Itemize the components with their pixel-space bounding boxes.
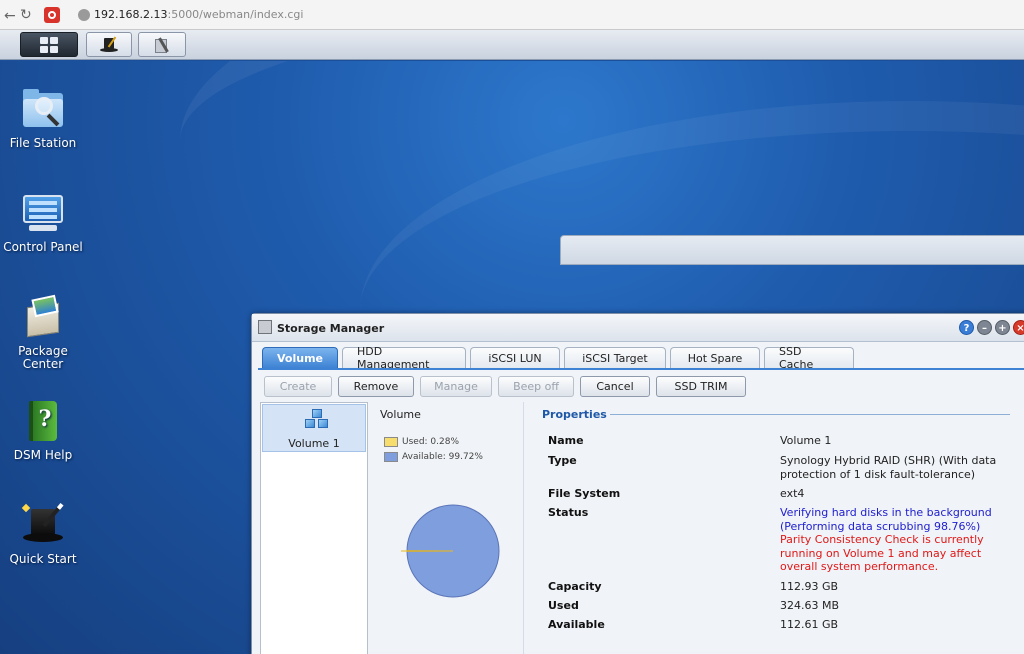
chart-title: Volume: [380, 408, 421, 421]
property-row-type: Type Synology Hybrid RAID (SHR) (With da…: [548, 454, 1018, 481]
maximize-icon[interactable]: +: [995, 320, 1010, 335]
camera-favicon-icon: [44, 7, 60, 23]
magic-hat-icon: [99, 36, 119, 54]
storage-manager-icon: [258, 320, 272, 334]
desktop-icon-package-center[interactable]: Package Center: [0, 294, 86, 371]
property-value: Verifying hard disks in the background (…: [780, 506, 1010, 574]
help-book-icon: ?: [21, 399, 65, 443]
volume-cubes-icon: [305, 409, 329, 431]
help-icon[interactable]: ?: [959, 320, 974, 335]
url-text[interactable]: 192.168.2.13:5000/webman/index.cgi: [94, 8, 303, 21]
toolbar: Create Remove Manage Beep off Cancel SSD…: [264, 376, 746, 397]
property-label: Status: [548, 506, 589, 519]
desktop-icon-control-panel[interactable]: Control Panel: [0, 191, 86, 254]
volume-list: Volume 1: [260, 402, 368, 654]
desktop-icon-label: Control Panel: [3, 240, 83, 254]
tab-volume[interactable]: Volume: [262, 347, 338, 368]
property-row-capacity: Capacity 112.93 GB: [548, 580, 1018, 594]
control-panel-icon: [21, 191, 65, 235]
back-arrow-icon[interactable]: ←: [4, 8, 16, 24]
desktop-icon-label: Package Center: [18, 344, 68, 371]
globe-icon: [78, 9, 90, 21]
dsm-taskbar: [0, 30, 1024, 60]
storage-manager-window: Storage Manager ? – + × Volume HDD Manag…: [251, 313, 1024, 654]
property-label: File System: [548, 487, 621, 500]
minimize-icon[interactable]: –: [977, 320, 992, 335]
tab-ssd-cache[interactable]: SSD Cache: [764, 345, 854, 371]
remove-button[interactable]: Remove: [338, 376, 414, 397]
property-label: Available: [548, 618, 605, 631]
storage-manager-icon: [152, 35, 172, 55]
legend-used: Used: 0.28%: [402, 436, 460, 447]
url-host: 192.168.2.13: [94, 8, 168, 21]
package-center-icon: [21, 294, 65, 339]
background-window[interactable]: [560, 235, 1024, 265]
reload-icon[interactable]: ↻: [20, 7, 32, 23]
main-menu-button[interactable]: [20, 32, 78, 57]
file-station-icon: [21, 87, 65, 131]
tab-hot-spare[interactable]: Hot Spare: [670, 347, 760, 368]
properties-title: Properties: [542, 408, 607, 421]
desktop-icon-label: File Station: [9, 136, 77, 150]
desktop-icon-label: DSM Help: [13, 448, 73, 462]
legend-available: Available: 99.72%: [402, 451, 483, 462]
property-value: Volume 1: [780, 434, 832, 447]
used-swatch: [384, 436, 398, 447]
quick-start-taskbar-button[interactable]: [86, 32, 132, 57]
status-warning-text: Parity Consistency Check is currently ru…: [780, 533, 984, 573]
volume-list-item[interactable]: Volume 1: [262, 404, 366, 452]
tab-hdd-management[interactable]: HDD Management: [342, 345, 466, 371]
chart-legend: Used: 0.28% Available: 99.72%: [384, 434, 483, 464]
property-row-status: Status Verifying hard disks in the backg…: [548, 506, 1018, 574]
close-icon[interactable]: ×: [1013, 320, 1024, 335]
volume-usage-chart: Volume Used: 0.28% Available: 99.72%: [374, 402, 524, 654]
property-label: Capacity: [548, 580, 602, 593]
property-label: Name: [548, 434, 584, 447]
create-button[interactable]: Create: [264, 376, 332, 397]
storage-manager-taskbar-button[interactable]: [138, 32, 186, 57]
property-value: ext4: [780, 487, 805, 500]
status-verifying-text: Verifying hard disks in the background: [780, 506, 992, 519]
available-swatch: [384, 451, 398, 462]
property-value: Synology Hybrid RAID (SHR) (With data pr…: [780, 454, 997, 481]
properties-panel: Properties Name Volume 1 Type Synology H…: [534, 402, 1024, 654]
property-value: 112.61 GB: [780, 618, 839, 631]
desktop-icon-quick-start[interactable]: Quick Start: [0, 502, 86, 566]
property-row-file-system: File System ext4: [548, 487, 1018, 501]
property-row-name: Name Volume 1: [548, 434, 1018, 448]
tab-bar: Volume HDD Management iSCSI LUN iSCSI Ta…: [262, 345, 854, 371]
grid-menu-icon: [40, 36, 58, 53]
status-scrubbing-text: Performing data scrubbing 98.76%: [784, 519, 976, 533]
browser-address-bar: ← ↻ 192.168.2.13:5000/webman/index.cgi: [0, 0, 1024, 30]
property-label: Type: [548, 454, 577, 467]
property-row-used: Used 324.63 MB: [548, 599, 1018, 613]
property-row-available: Available 112.61 GB: [548, 618, 1018, 632]
desktop-icon-file-station[interactable]: File Station: [0, 87, 86, 150]
property-value: 112.93 GB: [780, 580, 839, 593]
cancel-button[interactable]: Cancel: [580, 376, 650, 397]
property-label: Used: [548, 599, 579, 612]
property-value: 324.63 MB: [780, 599, 840, 612]
desktop-icon-dsm-help[interactable]: ? DSM Help: [0, 399, 86, 462]
usage-pie: [401, 504, 500, 598]
ssd-trim-button[interactable]: SSD TRIM: [656, 376, 746, 397]
window-title: Storage Manager: [277, 322, 385, 335]
tab-iscsi-lun[interactable]: iSCSI LUN: [470, 347, 560, 368]
desktop-icon-label: Quick Start: [9, 552, 77, 566]
volume-list-item-label: Volume 1: [288, 437, 340, 450]
beep-off-button[interactable]: Beep off: [498, 376, 574, 397]
manage-button[interactable]: Manage: [420, 376, 492, 397]
magic-hat-icon: [21, 502, 65, 547]
window-titlebar[interactable]: Storage Manager ? – + ×: [252, 314, 1024, 342]
tab-iscsi-target[interactable]: iSCSI Target: [564, 347, 666, 368]
url-path: :5000/webman/index.cgi: [167, 8, 304, 21]
